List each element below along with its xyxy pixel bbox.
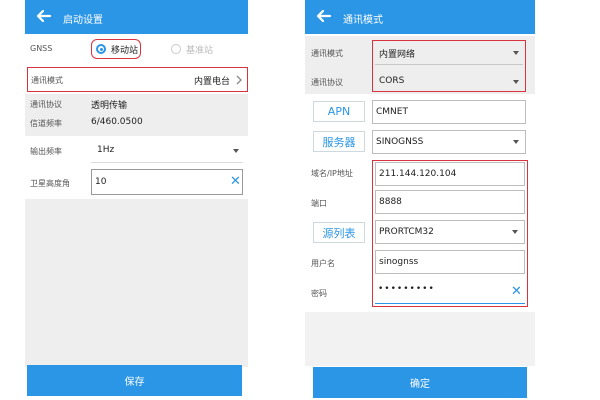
password-underline (375, 303, 525, 304)
dropdown-arrow-icon (513, 80, 519, 84)
comm-mode-value: 内置网络 (379, 50, 416, 60)
page-title: 启动设置 (63, 15, 103, 26)
source-table-button[interactable]: 源列表 (313, 222, 365, 243)
app-bar: 通讯模式 (305, 0, 535, 34)
radio-info-block: 通讯协议 透明传输 信道频率 6/460.0500 (25, 94, 248, 136)
empty-area (25, 199, 248, 367)
protocol-label: 通讯协议 (30, 100, 62, 109)
app-bar: 启动设置 (25, 0, 248, 34)
startup-settings-screen: 启动设置 GNSS 移动站 基准站 通讯模式 内置电台 通讯协议 透明传输 信道… (25, 0, 248, 400)
frequency-value: 6/460.0500 (91, 117, 143, 127)
username-value: sinognss (379, 257, 419, 267)
base-station-radio[interactable]: 基准站 (169, 41, 219, 57)
port-label: 端口 (311, 199, 327, 208)
clear-icon[interactable]: ✕ (511, 285, 522, 298)
frequency-label: 信道频率 (30, 119, 62, 128)
mobile-station-radio[interactable]: 移动站 (95, 41, 139, 57)
divider (375, 64, 523, 65)
apn-value: CMNET (376, 107, 408, 117)
dropdown-arrow-icon (233, 149, 239, 153)
elevation-value: 10 (95, 177, 107, 187)
server-select[interactable]: SINOGNSS (372, 130, 526, 154)
elevation-label: 卫星高度角 (30, 179, 70, 188)
divider (91, 162, 243, 163)
port-value: 8888 (379, 197, 402, 207)
password-value: ••••••••• (378, 284, 435, 294)
source-table-select[interactable]: PRORTCM32 (375, 220, 525, 244)
domain-input[interactable]: 211.144.120.104 (375, 162, 525, 186)
chevron-right-icon (236, 75, 242, 85)
comm-mode-label: 通讯模式 (31, 76, 63, 85)
output-rate-value: 1Hz (97, 145, 115, 155)
comm-mode-screen: 通讯模式 通讯模式 通讯协议 内置网络 CORS APN CMNET 服务器 S… (305, 0, 535, 400)
username-input[interactable]: sinognss (375, 250, 525, 274)
comm-mode-value: 内置电台 (194, 77, 231, 87)
username-label: 用户名 (311, 259, 335, 268)
clear-icon[interactable]: ✕ (230, 175, 241, 188)
radio-unselected-icon (171, 44, 181, 54)
back-arrow-icon[interactable] (33, 5, 55, 27)
source-table-value: PRORTCM32 (379, 227, 434, 237)
dropdown-arrow-icon (512, 230, 518, 234)
server-value: SINOGNSS (376, 137, 424, 147)
dropdown-arrow-icon (513, 140, 519, 144)
comm-mode-label: 通讯模式 (311, 49, 343, 58)
output-rate-select[interactable]: 1Hz (91, 140, 243, 162)
confirm-button[interactable]: 确定 (313, 367, 527, 398)
base-station-label: 基准站 (186, 46, 214, 56)
elevation-input[interactable]: 10 ✕ (91, 169, 243, 195)
page-title: 通讯模式 (343, 15, 383, 26)
protocol-value: 透明传输 (91, 101, 128, 111)
port-input[interactable]: 8888 (375, 190, 525, 214)
domain-value: 211.144.120.104 (379, 169, 457, 179)
protocol-value: CORS (379, 76, 405, 86)
radio-selected-icon (96, 44, 106, 54)
gnss-label: GNSS (30, 44, 53, 53)
password-label: 密码 (311, 289, 327, 298)
empty-area (305, 312, 535, 366)
password-input[interactable]: ••••••••• ✕ (375, 279, 525, 303)
comm-mode-select[interactable]: 内置网络 (375, 43, 523, 63)
save-button[interactable]: 保存 (27, 365, 242, 396)
domain-label: 域名/IP地址 (311, 169, 353, 178)
apn-button[interactable]: APN (313, 101, 365, 122)
comm-mode-row[interactable]: 通讯模式 内置电台 (27, 67, 248, 92)
back-arrow-icon[interactable] (313, 5, 335, 27)
apn-input[interactable]: CMNET (372, 100, 526, 124)
protocol-label: 通讯协议 (311, 78, 343, 87)
mobile-station-label: 移动站 (111, 46, 139, 56)
protocol-select[interactable]: CORS (375, 71, 523, 91)
output-rate-label: 输出频率 (30, 147, 62, 156)
server-button[interactable]: 服务器 (313, 131, 365, 152)
dropdown-arrow-icon (513, 51, 519, 55)
